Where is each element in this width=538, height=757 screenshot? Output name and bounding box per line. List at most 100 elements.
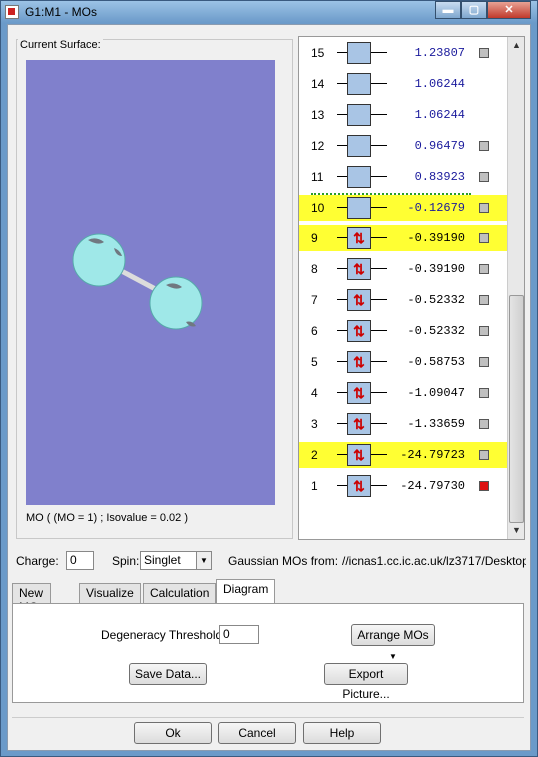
scroll-up-icon[interactable]: ▲ (509, 38, 524, 53)
tab-diagram[interactable]: Diagram (216, 579, 276, 604)
mo-number: 2 (311, 447, 318, 462)
mo-level-box[interactable]: ⇅ (347, 320, 371, 343)
mo-number: 11 (311, 169, 324, 184)
tab-calculation[interactable]: Calculation (143, 583, 217, 604)
charge-input[interactable]: 0 (66, 551, 94, 570)
mo-number: 1 (311, 478, 318, 493)
dialog-client: Current Surface: MO ( (MO = 1) ; Isovalu… (7, 24, 531, 751)
mo-energy: -1.09047 (407, 385, 465, 400)
mo-select-checkbox[interactable] (479, 449, 489, 460)
mo-level-box[interactable] (347, 134, 371, 157)
mo-select-checkbox[interactable] (479, 233, 489, 244)
tab-new-mos[interactable]: New MOs (12, 583, 52, 614)
mo-row[interactable]: 11 0.83923 (299, 164, 507, 190)
settings-row: Charge: 0 Spin: Singlet ▼ Gaussian MOs f… (16, 551, 526, 573)
mo-number: 15 (311, 46, 325, 60)
mo-row[interactable]: 5 ⇅ -0.58753 (299, 349, 507, 375)
title-bar[interactable]: G1:M1 - MOs ▬ ▢ ✕ (1, 1, 537, 23)
mo-row[interactable]: 15 1.23807 (299, 40, 507, 66)
mo-level-box[interactable]: ⇅ (347, 289, 371, 312)
mo-level-box[interactable]: ⇅ (347, 227, 371, 250)
mo-energy: -0.12679 (407, 200, 465, 215)
molecule-graphic (72, 233, 203, 330)
spin-label: Spin: (112, 554, 140, 568)
mo-number: 4 (311, 385, 318, 400)
mo-row[interactable]: 14 1.06244 (299, 71, 507, 97)
mo-energy: -0.52332 (407, 293, 465, 308)
mo-scrollbar[interactable]: ▲ ▼ (507, 37, 524, 539)
mo-energy: -0.58753 (407, 355, 465, 369)
mo-number: 10 (311, 200, 325, 215)
mo-level-box[interactable]: ⇅ (347, 412, 371, 435)
mo-select-checkbox[interactable] (479, 357, 489, 367)
spin-select[interactable]: Singlet ▼ (140, 551, 212, 570)
degeneracy-label: Degeneracy Threshold: (101, 628, 226, 642)
mo-number: 14 (311, 76, 325, 91)
mo-level-box[interactable]: ⇅ (347, 381, 371, 404)
mo-energy: 0.96479 (414, 138, 465, 153)
degeneracy-input[interactable]: 0 (219, 625, 259, 644)
export-picture-button[interactable]: Export Picture... (324, 663, 408, 701)
maximize-button[interactable]: ▢ (461, 1, 487, 19)
mo-select-checkbox[interactable] (479, 171, 489, 182)
cancel-button[interactable]: Cancel (218, 722, 296, 744)
mo-level-box[interactable]: ⇅ (347, 258, 371, 281)
mo-level-box[interactable] (347, 165, 371, 188)
mo-level-box[interactable] (347, 72, 371, 95)
source-path: //icnas1.cc.ic.ac.uk/lz3717/Desktop (342, 554, 526, 568)
mo-number: 3 (311, 416, 318, 431)
mo-row[interactable]: 7 ⇅ -0.52332 (299, 287, 507, 313)
mo-row[interactable]: 8 ⇅ -0.39190 (299, 256, 507, 282)
app-icon[interactable] (5, 5, 19, 19)
atom-1 (72, 233, 126, 287)
mo-select-checkbox[interactable] (479, 140, 489, 151)
chevron-down-icon[interactable]: ▼ (196, 552, 211, 569)
mo-level-box[interactable] (347, 42, 371, 64)
help-button[interactable]: Help (303, 722, 381, 744)
mo-row[interactable]: 3 ⇅ -1.33659 (299, 411, 507, 437)
mo-row[interactable]: 9 ⇅ -0.39190 (299, 225, 507, 252)
mo-number: 12 (311, 138, 325, 153)
minimize-button[interactable]: ▬ (435, 1, 461, 19)
mo-energy: 1.06244 (414, 107, 465, 122)
molecule-viewer[interactable] (26, 60, 275, 505)
mo-row[interactable]: 12 0.96479 (299, 133, 507, 159)
arrange-mos-button[interactable]: Arrange MOs ▼ (351, 624, 435, 661)
atom-2 (149, 276, 203, 330)
mo-row[interactable]: 1 ⇅ -24.79730 (299, 473, 507, 499)
window-title: G1:M1 - MOs (25, 5, 98, 19)
mo-select-checkbox[interactable] (479, 202, 489, 213)
mo-row[interactable]: 10 -0.12679 (299, 194, 507, 221)
mo-energy: -0.39190 (407, 262, 465, 277)
mo-number: 6 (311, 324, 318, 339)
mo-level-box[interactable] (347, 103, 371, 126)
save-data-button[interactable]: Save Data... (129, 663, 207, 685)
mo-energy: -0.39190 (407, 231, 465, 246)
mo-row[interactable]: 13 1.06244 (299, 102, 507, 128)
mo-select-checkbox[interactable] (479, 326, 489, 337)
mo-row[interactable]: 6 ⇅ -0.52332 (299, 318, 507, 344)
mo-number: 9 (311, 231, 318, 246)
mo-select-checkbox[interactable] (479, 264, 489, 275)
homo-lumo-divider (311, 193, 471, 195)
mo-select-checkbox[interactable] (479, 48, 489, 58)
tab-visualize[interactable]: Visualize (79, 583, 141, 604)
scroll-down-icon[interactable]: ▼ (509, 523, 524, 538)
mo-select-checkbox[interactable] (479, 480, 489, 491)
mo-select-checkbox[interactable] (479, 387, 489, 398)
close-button[interactable]: ✕ (487, 1, 531, 19)
mo-level-box[interactable]: ⇅ (347, 474, 371, 497)
mo-level-box[interactable]: ⇅ (347, 443, 371, 466)
mo-row[interactable]: 4 ⇅ -1.09047 (299, 380, 507, 406)
mo-select-checkbox[interactable] (479, 418, 489, 429)
mo-energy: 0.83923 (414, 169, 465, 184)
mo-level-box[interactable]: ⇅ (347, 351, 371, 373)
scroll-thumb[interactable] (509, 295, 524, 523)
chevron-down-icon: ▼ (389, 652, 397, 661)
arrange-mos-label: Arrange MOs (357, 628, 429, 642)
mo-energy: 1.06244 (414, 76, 465, 91)
ok-button[interactable]: Ok (134, 722, 212, 744)
mo-row[interactable]: 2 ⇅ -24.79723 (299, 441, 507, 468)
mo-level-box[interactable] (347, 196, 371, 219)
mo-select-checkbox[interactable] (479, 295, 489, 306)
